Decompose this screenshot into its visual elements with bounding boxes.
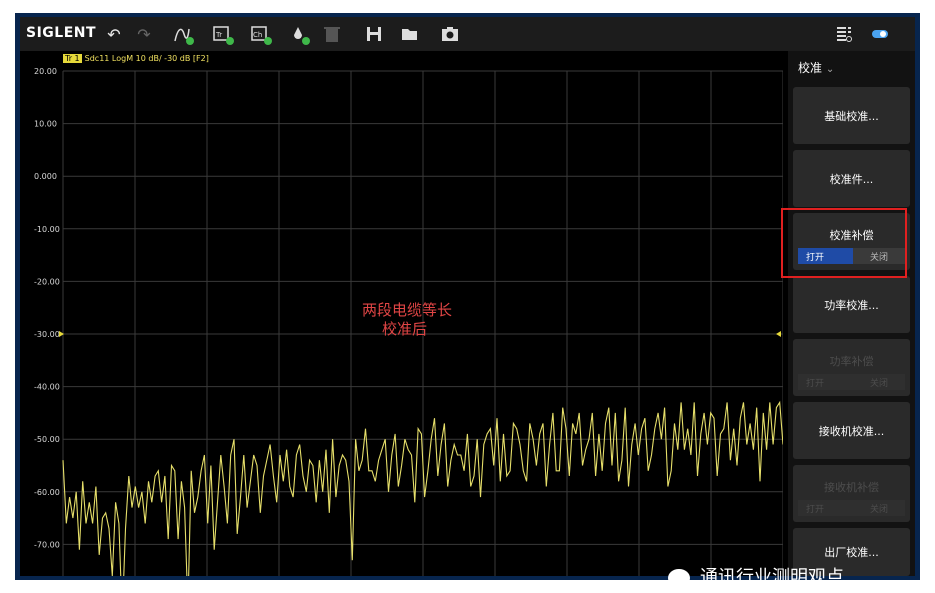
siglent-logo: SIGLENT — [26, 25, 97, 41]
menu-grid-icon[interactable] — [832, 22, 856, 46]
calibration-side-panel: 校准 ⌄ 基础校准... 校准件... 校准补偿 打开 关闭 功率校准... 功… — [788, 51, 915, 576]
wechat-icon — [668, 569, 690, 587]
trace-header: Tr 1 Sdc11 LogM 10 dB/ -30 dB [F2] — [63, 54, 209, 63]
panel-title-text: 校准 — [798, 61, 823, 75]
redo-icon[interactable]: ↷ — [132, 22, 156, 46]
power-cal-button[interactable]: 功率校准... — [793, 276, 910, 333]
y-tick-label: -50.00 — [34, 435, 60, 444]
y-tick-label: 0.000 — [34, 172, 57, 181]
highlight-box — [781, 208, 907, 278]
svg-text:Tr: Tr — [215, 31, 222, 39]
annotation: 两段电缆等长 校准后 — [362, 301, 452, 339]
marker-icon[interactable] — [170, 22, 194, 46]
power-comp-off: 关闭 — [853, 374, 905, 390]
annotation-line1: 两段电缆等长 — [362, 301, 453, 319]
trace-label: Sdc11 LogM 10 dB/ -30 dB [F2] — [84, 54, 209, 63]
annotation-line2: 校准后 — [382, 320, 428, 338]
save-icon[interactable] — [362, 22, 386, 46]
y-tick-label: -70.00 — [34, 540, 60, 549]
basic-cal-button[interactable]: 基础校准... — [793, 87, 910, 144]
y-tick-label: -40.00 — [34, 383, 60, 392]
trace-tag[interactable]: Tr 1 — [63, 54, 82, 63]
toggle-icon[interactable] — [868, 22, 892, 46]
y-tick-label: -20.00 — [34, 277, 60, 286]
receiver-cal-button[interactable]: 接收机校准... — [793, 402, 910, 459]
y-tick-label: -30.00 — [34, 330, 60, 339]
power-comp-toggle: 功率补偿 打开 关闭 — [793, 339, 910, 396]
watermark: 通讯行业测明观点 — [668, 563, 844, 589]
chevron-down-icon: ⌄ — [825, 64, 835, 75]
y-tick-label: -10.00 — [34, 225, 60, 234]
camera-icon[interactable] — [438, 22, 462, 46]
top-toolbar: SIGLENT ↶ ↷ Tr Ch — [20, 17, 915, 51]
y-tick-label: 20.00 — [34, 67, 57, 76]
receiver-comp-on: 打开 — [798, 500, 853, 516]
svg-text:Ch: Ch — [253, 31, 262, 39]
y-tick-label: -60.00 — [34, 488, 60, 497]
power-comp-label: 功率补偿 — [829, 355, 874, 368]
limit-icon[interactable] — [286, 22, 310, 46]
instrument-screen: SIGLENT ↶ ↷ Tr Ch 20.00 10.00 0.000 -10.… — [20, 17, 915, 576]
delete-icon[interactable] — [320, 22, 344, 46]
right-reference-marker — [776, 331, 781, 337]
watermark-text: 通讯行业测明观点 — [700, 567, 844, 588]
channel-icon[interactable]: Ch — [248, 22, 272, 46]
receiver-comp-off: 关闭 — [853, 500, 905, 516]
undo-icon[interactable]: ↶ — [102, 22, 126, 46]
cal-kit-button[interactable]: 校准件... — [793, 150, 910, 207]
receiver-comp-toggle: 接收机补偿 打开 关闭 — [793, 465, 910, 522]
panel-title[interactable]: 校准 ⌄ — [798, 59, 834, 76]
power-comp-on: 打开 — [798, 374, 853, 390]
open-folder-icon[interactable] — [398, 22, 422, 46]
y-tick-label: 10.00 — [34, 120, 57, 129]
trace-icon[interactable]: Tr — [210, 22, 234, 46]
trace-plot-area[interactable]: 20.00 10.00 0.000 -10.00 -20.00 -30.00 -40.00 -… — [20, 51, 784, 576]
receiver-comp-label: 接收机补偿 — [824, 481, 879, 494]
